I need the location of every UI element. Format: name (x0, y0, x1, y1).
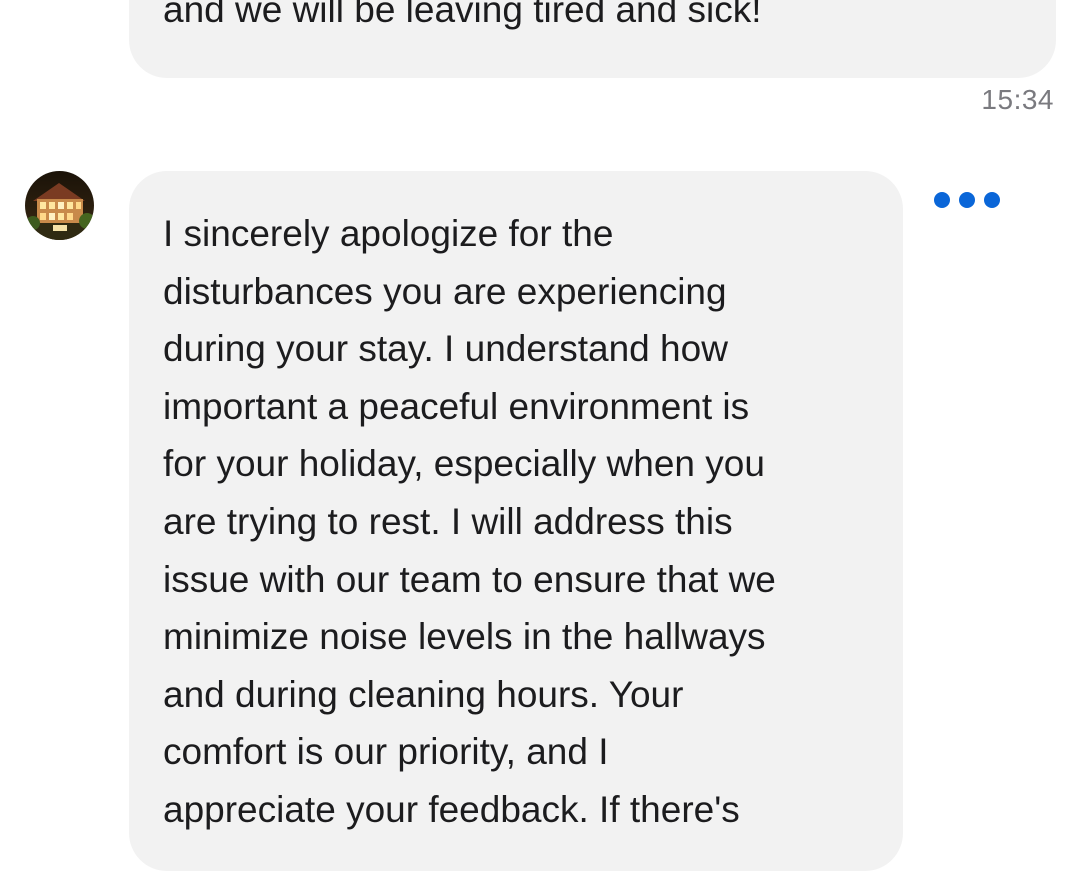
ellipsis-icon (934, 192, 950, 208)
ellipsis-icon (959, 192, 975, 208)
message-line: are trying to rest. I will address this (163, 500, 733, 542)
message-line: disturbances you are experiencing (163, 270, 727, 312)
message-line: during your stay. I understand how (163, 328, 728, 370)
message-line: minimize noise levels in the hallways (163, 616, 766, 658)
message-line: important a peaceful environment is (163, 385, 750, 427)
message-timestamp: 15:34 (981, 84, 1054, 115)
message-more-button[interactable] (934, 188, 1000, 212)
ellipsis-icon (984, 192, 1000, 208)
message-line: issue with our team to ensure that we (163, 558, 776, 600)
message-line: I sincerely apologize for the (163, 213, 614, 254)
message-line: for your holiday, especially when you (163, 443, 765, 485)
chat-thread: and we will be leaving tired and sick! 1… (0, 0, 1080, 871)
hotel-photo-avatar-image (25, 171, 94, 240)
message-line: appreciate your feedback. If there's (163, 788, 740, 830)
outgoing-message-text: and we will be leaving tired and sick! (163, 0, 762, 30)
hotel-photo-avatar[interactable] (25, 171, 94, 240)
message-line: and during cleaning hours. Your (163, 673, 684, 715)
outgoing-message-bubble[interactable]: and we will be leaving tired and sick! (129, 0, 1056, 78)
incoming-message-text: I sincerely apologize for the disturbanc… (163, 205, 873, 839)
incoming-message-bubble[interactable]: I sincerely apologize for the disturbanc… (129, 171, 903, 871)
message-line: comfort is our priority, and I (163, 731, 609, 773)
